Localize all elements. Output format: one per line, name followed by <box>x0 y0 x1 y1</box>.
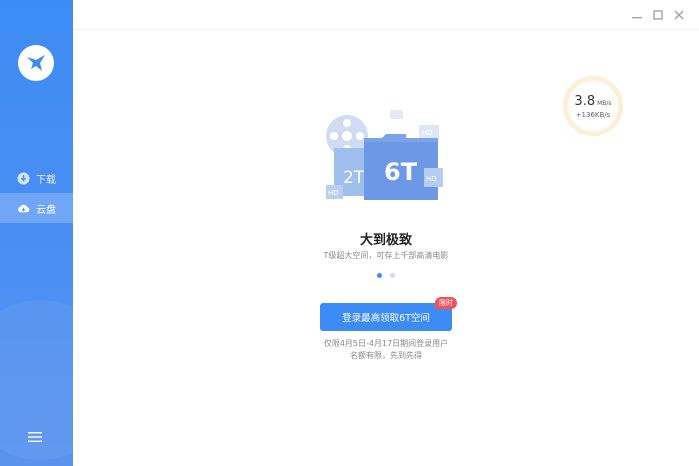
sidebar: 下载 云盘 <box>0 0 73 466</box>
minimize-icon[interactable] <box>630 8 644 22</box>
carousel-dot[interactable] <box>377 273 382 278</box>
limited-time-badge: 限时 <box>435 297 457 309</box>
sidebar-item-cloud[interactable]: 云盘 <box>0 193 73 223</box>
bird-logo-icon <box>18 45 54 81</box>
sidebar-item-download[interactable]: 下载 <box>0 163 73 193</box>
promo-note-line2: 名额有限，先到先得 <box>350 351 422 360</box>
carousel-dots <box>377 273 395 278</box>
close-icon[interactable] <box>672 8 686 22</box>
hamburger-menu-icon[interactable] <box>27 429 43 445</box>
promo-headline: 大到极致 <box>359 233 412 248</box>
folder-big-label: 6T <box>384 158 418 186</box>
login-claim-button[interactable]: 登录最高领取6T空间 <box>320 303 452 331</box>
title-bar <box>73 0 699 30</box>
cloud-icon <box>17 202 30 215</box>
sidebar-item-label: 下载 <box>36 174 56 186</box>
maximize-icon[interactable] <box>651 8 665 22</box>
promo-note-line1: 仅限4月5日-4月17日期间登录用户 <box>323 339 449 348</box>
storage-illustration: HD 2T 6T HD HD <box>322 108 452 208</box>
speed-delta: +136KB/s <box>575 110 611 119</box>
hd-label: HD <box>426 175 437 183</box>
promo-subline: T级超大空间，可存上千部高清电影 <box>323 251 449 260</box>
speed-unit: MB/s <box>597 99 612 107</box>
carousel-dot[interactable] <box>390 273 395 278</box>
sidebar-item-label: 云盘 <box>36 204 56 216</box>
hd-label: HD <box>422 129 433 137</box>
hd-label: HD <box>328 189 339 197</box>
folder-small-label: 2T <box>343 168 365 188</box>
speed-value: 3.8 <box>574 93 596 109</box>
speed-indicator[interactable]: 3.8 MB/s +136KB/s <box>563 76 623 136</box>
download-icon <box>17 172 30 185</box>
